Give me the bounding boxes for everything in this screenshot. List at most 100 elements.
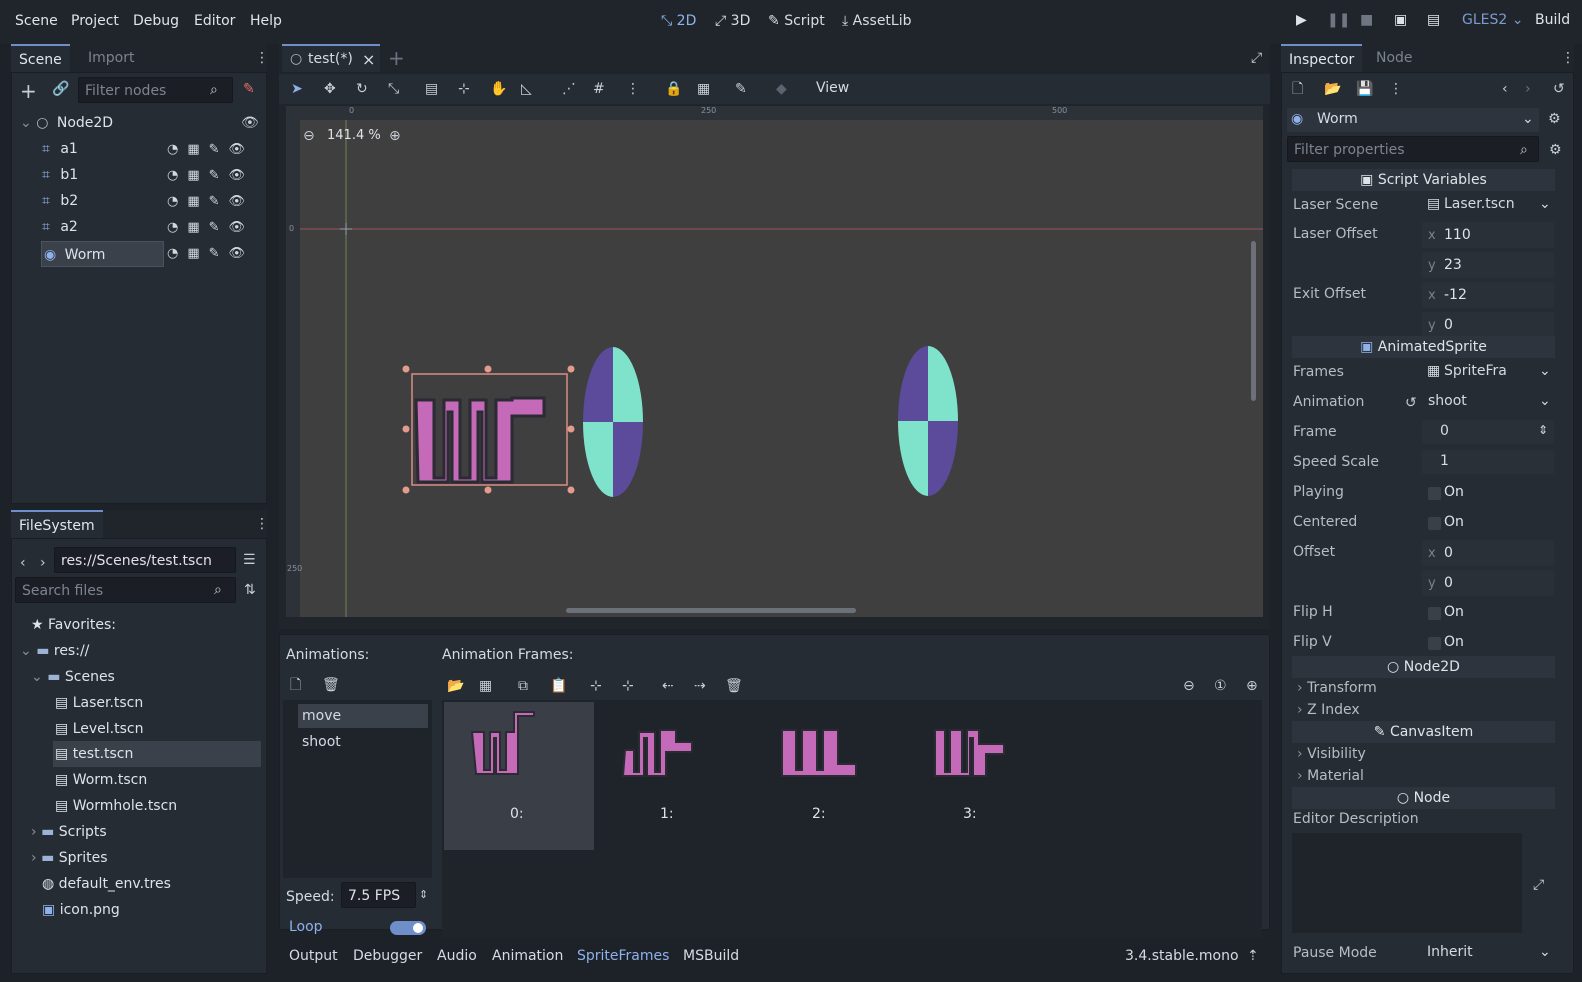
- animation-item-shoot[interactable]: shoot: [298, 730, 341, 754]
- fs-default-env[interactable]: ◍ default_env.tres: [42, 871, 171, 897]
- object-selector[interactable]: ◉ Worm ⌄: [1287, 108, 1539, 132]
- pivot-tool-icon[interactable]: ⊹: [458, 82, 470, 96]
- laser-offset-x-field[interactable]: [1422, 222, 1554, 248]
- spritesheet-icon[interactable]: ▦: [479, 679, 492, 693]
- back-icon[interactable]: ‹: [20, 556, 26, 570]
- animation-select[interactable]: shoot ⌄: [1422, 390, 1554, 414]
- distraction-free-icon[interactable]: ⤢: [1251, 51, 1262, 65]
- sort-icon[interactable]: ⇅: [244, 583, 256, 597]
- fs-sprites-folder[interactable]: › ▬ Sprites: [31, 845, 108, 871]
- menu-help[interactable]: Help: [250, 13, 282, 29]
- script-attach-icon[interactable]: ✎: [243, 82, 255, 96]
- stop-icon[interactable]: ■: [1360, 12, 1373, 28]
- zoom-reset-icon[interactable]: ①: [1214, 679, 1227, 693]
- move-left-icon[interactable]: ⇠: [662, 679, 674, 693]
- bottom-tab-output[interactable]: Output: [289, 948, 338, 964]
- select-tool-icon[interactable]: ➤: [291, 82, 303, 96]
- animation-item-move[interactable]: move: [298, 704, 428, 728]
- tree-item-a1[interactable]: ⌗ a1: [42, 136, 78, 162]
- menu-debug[interactable]: Debug: [133, 13, 179, 29]
- centered-checkbox[interactable]: [1428, 517, 1441, 530]
- zoom-in-icon[interactable]: ⊕: [389, 129, 401, 143]
- tab-filesystem[interactable]: FileSystem: [11, 510, 103, 538]
- pause-icon[interactable]: ❚❚: [1327, 12, 1350, 28]
- bottom-tab-debugger[interactable]: Debugger: [353, 948, 422, 964]
- move-tool-icon[interactable]: ✥: [324, 82, 336, 96]
- snap-options-icon[interactable]: ⋮: [626, 82, 640, 96]
- skeleton-icon[interactable]: ✎: [735, 82, 747, 96]
- playing-checkbox[interactable]: [1428, 487, 1441, 500]
- tab-inspector[interactable]: Inspector: [1281, 44, 1363, 72]
- link-icon[interactable]: 🔗: [52, 82, 69, 96]
- zoom-out-icon[interactable]: ⊖: [1183, 679, 1195, 693]
- dock-menu-icon[interactable]: ⋮: [255, 517, 269, 531]
- exit-offset-y-field[interactable]: [1422, 312, 1554, 338]
- expand-icon[interactable]: ⤢: [1533, 878, 1544, 892]
- laser-scene-field[interactable]: ▤ Laser.tscn ⌄: [1422, 193, 1554, 217]
- fs-laser-scene[interactable]: ▤ Laser.tscn: [55, 690, 143, 716]
- view-menu[interactable]: View: [816, 80, 849, 96]
- smart-snap-icon[interactable]: ⋰: [562, 82, 576, 96]
- save-resource-icon[interactable]: 💾: [1356, 82, 1373, 96]
- menu-scene[interactable]: Scene: [15, 13, 58, 29]
- tree-item-worm[interactable]: ◉ Worm: [41, 241, 164, 267]
- menu-project[interactable]: Project: [71, 13, 119, 29]
- delete-frame-icon[interactable]: 🗑: [725, 679, 743, 693]
- new-resource-icon[interactable]: 🗋: [1292, 82, 1303, 96]
- visibility-group[interactable]: › Visibility: [1297, 746, 1366, 762]
- zoom-in-icon[interactable]: ⊕: [1246, 679, 1258, 693]
- workspace-assetlib-button[interactable]: ⤓ AssetLib: [842, 13, 912, 29]
- offset-y-value[interactable]: 0: [1444, 575, 1453, 591]
- canvas-viewport[interactable]: 0 250 500 0 250 ⊖ 141.4 % ⊕: [286, 106, 1263, 617]
- bottom-tab-spriteframes[interactable]: SpriteFrames: [577, 948, 669, 964]
- flip-v-checkbox[interactable]: [1428, 637, 1441, 650]
- insert-after-icon[interactable]: ⊹: [622, 679, 634, 693]
- zoom-reset-button[interactable]: 141.4 %: [327, 128, 381, 143]
- copy-icon[interactable]: ⧉: [518, 679, 528, 693]
- laser-offset-y-field[interactable]: [1422, 252, 1554, 278]
- bottom-tab-audio[interactable]: Audio: [437, 948, 477, 964]
- ruler-horizontal[interactable]: 0 250 500: [286, 106, 1263, 120]
- dock-menu-icon[interactable]: ⋮: [255, 51, 269, 65]
- laser-offset-x-value[interactable]: 110: [1444, 227, 1471, 243]
- new-animation-icon[interactable]: 🗋: [290, 678, 301, 692]
- frames-field[interactable]: ▦ SpriteFra ⌄: [1422, 360, 1554, 384]
- play-custom-scene-icon[interactable]: ▤: [1427, 12, 1440, 28]
- fs-level-scene[interactable]: ▤ Level.tscn: [55, 716, 143, 742]
- lock-icon[interactable]: 🔒: [665, 82, 682, 96]
- bottom-tab-animation[interactable]: Animation: [492, 948, 563, 964]
- exit-offset-x-field[interactable]: [1422, 282, 1554, 308]
- node-row-icons[interactable]: ◔▦✎👁: [167, 246, 254, 261]
- load-resource-icon[interactable]: 📂: [1324, 82, 1341, 96]
- renderer-select[interactable]: GLES2 ⌄: [1462, 12, 1523, 28]
- section-node[interactable]: ○ Node: [1292, 787, 1555, 809]
- history-back-icon[interactable]: ‹: [1502, 82, 1508, 96]
- fs-favorites[interactable]: ★ Favorites:: [31, 612, 116, 638]
- horizontal-scrollbar[interactable]: [566, 608, 856, 613]
- close-icon[interactable]: ×: [362, 50, 375, 69]
- tree-item-b2[interactable]: ⌗ b2: [42, 188, 78, 214]
- node-row-icons[interactable]: ◔▦✎👁: [167, 220, 254, 235]
- revert-icon[interactable]: ↺: [1405, 396, 1417, 410]
- tree-item-b1[interactable]: ⌗ b1: [42, 162, 78, 188]
- play-scene-icon[interactable]: ▣: [1394, 12, 1407, 28]
- split-mode-icon[interactable]: ☰: [243, 553, 256, 567]
- speed-scale-field[interactable]: 1: [1422, 450, 1554, 474]
- offset-y-field[interactable]: [1422, 570, 1554, 596]
- spinner-icon[interactable]: ⇕: [419, 889, 428, 900]
- delete-animation-icon[interactable]: 🗑: [322, 678, 340, 692]
- paste-icon[interactable]: 📋: [550, 679, 567, 693]
- fs-worm-scene[interactable]: ▤ Worm.tscn: [55, 767, 147, 793]
- grid-snap-icon[interactable]: #: [593, 82, 605, 96]
- path-field[interactable]: res://Scenes/test.tscn: [54, 547, 236, 573]
- vertical-scrollbar[interactable]: [1251, 241, 1256, 401]
- camera-icon[interactable]: ◆: [776, 82, 787, 96]
- section-node2d[interactable]: ○ Node2D: [1292, 656, 1555, 678]
- fs-res-folder[interactable]: ⌄ ▬ res://: [20, 638, 89, 664]
- node-row-icons[interactable]: ◔▦✎👁: [167, 194, 254, 209]
- insert-before-icon[interactable]: ⊹: [590, 679, 602, 693]
- add-tab-icon[interactable]: +: [388, 48, 405, 68]
- play-icon[interactable]: ▶: [1296, 12, 1307, 28]
- flip-h-checkbox[interactable]: [1428, 607, 1441, 620]
- tab-test-scene[interactable]: ○ test(*) ×: [282, 44, 380, 72]
